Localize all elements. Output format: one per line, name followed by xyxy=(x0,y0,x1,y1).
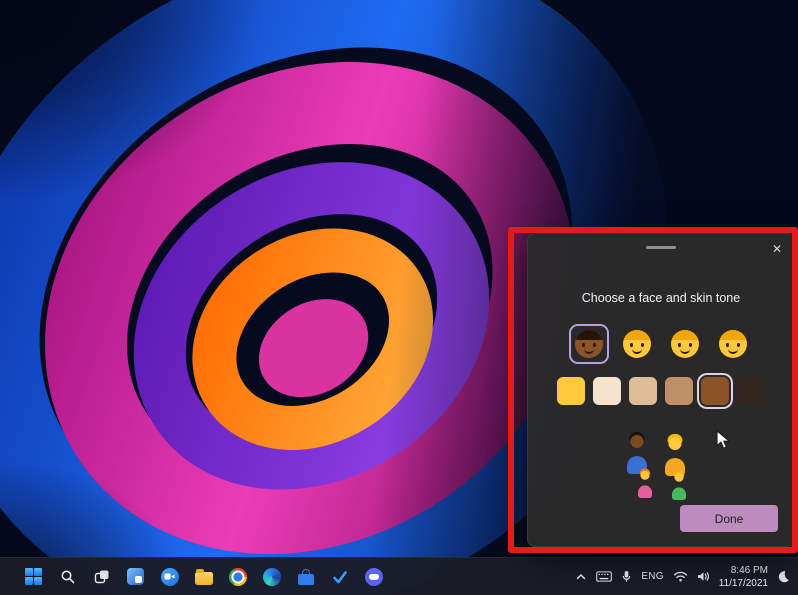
face-icon xyxy=(719,330,747,358)
face-option-girl[interactable] xyxy=(665,324,705,364)
to-do-button[interactable] xyxy=(326,563,353,590)
dialog-title: Choose a face and skin tone xyxy=(581,291,741,305)
hidden-icons-button[interactable] xyxy=(575,571,587,583)
eye xyxy=(737,343,740,347)
eye xyxy=(593,343,596,347)
eye xyxy=(641,343,644,347)
close-icon[interactable]: ✕ xyxy=(767,239,787,259)
hair xyxy=(575,330,603,340)
edge-button[interactable] xyxy=(258,563,285,590)
drag-handle[interactable] xyxy=(646,246,676,249)
eye xyxy=(582,343,585,347)
folder-tab xyxy=(195,568,204,573)
skin-tone-row xyxy=(528,377,794,405)
face-option-woman[interactable] xyxy=(617,324,657,364)
edge-icon xyxy=(262,567,281,586)
task-view-button[interactable] xyxy=(88,563,115,590)
skin-tone-medium-dark[interactable] xyxy=(701,377,729,405)
discord-button[interactable] xyxy=(360,563,387,590)
focus-assist-button[interactable] xyxy=(777,570,790,583)
task-view-icon xyxy=(94,570,108,583)
taskbar-icons xyxy=(20,563,387,590)
keyboard-icon xyxy=(596,571,613,582)
microphone-icon xyxy=(623,571,631,582)
face-icon xyxy=(671,330,699,358)
skin-tone-medium[interactable] xyxy=(665,377,693,405)
done-button[interactable]: Done xyxy=(680,505,778,532)
moon-icon xyxy=(778,571,789,583)
skin-tone-dark[interactable] xyxy=(737,377,765,405)
family-member-daughter xyxy=(637,468,652,498)
skin-tone-default-yellow[interactable] xyxy=(557,377,585,405)
discord-icon xyxy=(364,567,383,586)
checkmark-icon xyxy=(332,570,347,583)
emoji-skin-tone-dialog: ✕ Choose a face and skin tone Done xyxy=(527,233,795,547)
hair xyxy=(719,330,747,340)
face-option-boy[interactable] xyxy=(713,324,753,364)
face-icon xyxy=(575,330,603,358)
store-bag-icon xyxy=(297,568,314,585)
body xyxy=(672,487,686,500)
folder-icon xyxy=(194,568,213,585)
chevron-up-icon xyxy=(577,573,586,579)
eye xyxy=(726,343,729,347)
mouth xyxy=(584,349,594,354)
microphone-button[interactable] xyxy=(621,570,632,583)
face-icon xyxy=(623,330,651,358)
mouth xyxy=(632,349,642,354)
eye xyxy=(689,343,692,347)
desktop: ✕ Choose a face and skin tone Done ENG 8… xyxy=(0,0,798,595)
bag-handle xyxy=(301,568,310,575)
store-button[interactable] xyxy=(292,563,319,590)
head xyxy=(630,434,644,448)
search-icon xyxy=(61,570,74,583)
chat-button[interactable] xyxy=(156,563,183,590)
widgets-icon xyxy=(127,568,144,585)
clock[interactable]: 8:46 PM 11/17/2021 xyxy=(719,564,768,590)
taskbar: ENG 8:46 PM 11/17/2021 xyxy=(0,557,798,595)
wifi-icon xyxy=(673,571,687,582)
volume-icon xyxy=(697,572,709,581)
family-member-son xyxy=(671,470,686,500)
volume-button[interactable] xyxy=(697,571,710,582)
mouth xyxy=(680,349,690,354)
hair xyxy=(671,330,699,340)
widgets-button[interactable] xyxy=(122,563,149,590)
skin-tone-light[interactable] xyxy=(593,377,621,405)
windows-logo-icon xyxy=(25,568,42,585)
system-tray: ENG 8:46 PM 11/17/2021 xyxy=(575,564,790,590)
start-button[interactable] xyxy=(20,563,47,590)
mouth xyxy=(728,349,738,354)
head xyxy=(674,472,684,482)
file-explorer-button[interactable] xyxy=(190,563,217,590)
skin-tone-medium-light[interactable] xyxy=(629,377,657,405)
hair xyxy=(623,330,651,340)
head xyxy=(668,436,682,450)
face-options-row xyxy=(528,324,794,364)
chrome-button[interactable] xyxy=(224,563,251,590)
eye xyxy=(630,343,633,347)
family-emoji-preview xyxy=(622,432,702,500)
language-indicator[interactable]: ENG xyxy=(641,571,663,582)
clock-time: 8:46 PM xyxy=(730,564,768,576)
network-button[interactable] xyxy=(673,571,688,582)
search-button[interactable] xyxy=(54,563,81,590)
head xyxy=(640,470,650,480)
body xyxy=(638,485,652,498)
face-option-dark-skin[interactable] xyxy=(569,324,609,364)
touch-keyboard-button[interactable] xyxy=(596,571,613,582)
chrome-icon xyxy=(228,567,247,586)
clock-date: 11/17/2021 xyxy=(718,577,768,589)
eye xyxy=(678,343,681,347)
chat-camera-icon xyxy=(160,567,179,586)
